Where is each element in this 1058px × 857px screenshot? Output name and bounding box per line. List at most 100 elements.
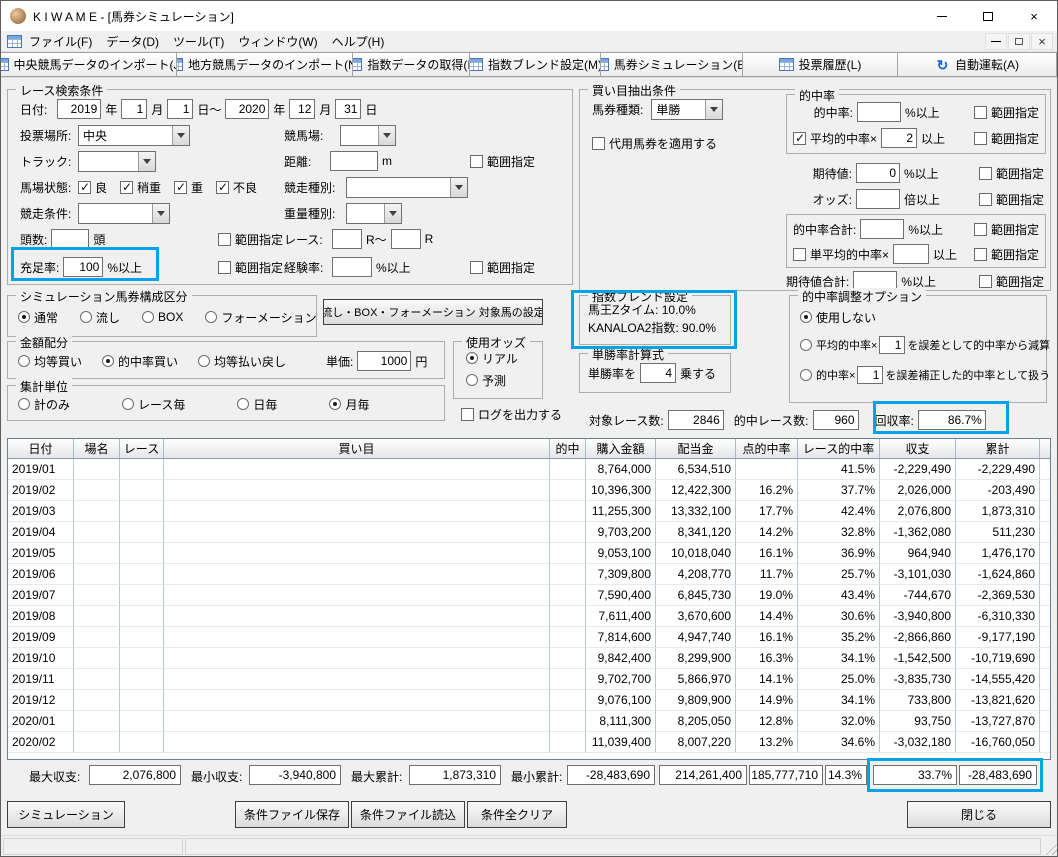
hit-rate-input[interactable] — [857, 102, 901, 122]
range-checkbox[interactable]: 範囲指定 — [978, 165, 1046, 182]
avg-hit-rate-input[interactable]: 2 — [881, 128, 918, 148]
mdi-minimize-button[interactable] — [985, 32, 1007, 50]
unit-price-input[interactable]: 1000 — [357, 351, 412, 371]
exp-rate-input[interactable] — [332, 257, 372, 277]
column-header[interactable]: 日付 — [8, 439, 74, 458]
table-row[interactable]: 2019/11 9,702,700 5,866,970 14.1% 25.0% … — [8, 669, 1050, 690]
range-checkbox[interactable]: 範囲指定 — [978, 191, 1046, 208]
table-row[interactable]: 2019/07 7,590,400 6,845,730 19.0% 43.4% … — [8, 585, 1050, 606]
to-year-input[interactable]: 2020 — [225, 99, 270, 119]
radio-option[interactable]: 計のみ — [18, 396, 70, 413]
range-checkbox[interactable]: 範囲指定 — [470, 259, 535, 276]
log-output-checkbox[interactable]: ログを出力する — [461, 406, 562, 423]
avg-sum-input[interactable] — [893, 244, 930, 264]
range-checkbox[interactable]: 範囲指定 — [973, 221, 1041, 238]
column-header[interactable]: 的中 — [550, 439, 586, 458]
hit-rate-sum-input[interactable] — [860, 219, 905, 239]
condition-checkbox[interactable]: 重 — [174, 179, 203, 196]
table-row[interactable]: 2019/10 9,842,400 8,299,900 16.3% 34.1% … — [8, 648, 1050, 669]
race-cond-select[interactable] — [78, 202, 170, 224]
odds-input[interactable] — [856, 189, 900, 209]
from-year-input[interactable]: 2019 — [57, 99, 102, 119]
column-header[interactable]: 累計 — [956, 439, 1040, 458]
table-row[interactable]: 2019/06 7,309,800 4,208,770 11.7% 25.7% … — [8, 564, 1050, 585]
close-button[interactable]: × — [1011, 1, 1057, 31]
track-select[interactable] — [78, 150, 156, 172]
place-select[interactable]: 中央 — [78, 124, 190, 146]
column-header[interactable]: 点的中率 — [736, 439, 798, 458]
from-day-input[interactable]: 1 — [167, 99, 194, 119]
mdi-restore-button[interactable] — [1008, 32, 1030, 50]
radio-option[interactable]: フォーメーション — [205, 309, 317, 326]
expected-value-input[interactable]: 0 — [856, 163, 900, 183]
adjust-option-subtract[interactable]: 平均的中率× — [800, 337, 877, 353]
menu-item[interactable]: ウィンドウ(W) — [231, 31, 324, 51]
column-header[interactable]: 収支 — [880, 439, 956, 458]
close-dialog-button[interactable]: 閉じる — [907, 801, 1051, 828]
range-checkbox[interactable]: 範囲指定 — [218, 259, 283, 276]
radio-option[interactable]: 均等払い戻し — [198, 353, 286, 370]
table-row[interactable]: 2020/02 11,039,400 8,007,220 13.2% 34.6%… — [8, 732, 1050, 753]
avg-sum-checkbox[interactable]: 単平均的中率× — [793, 246, 889, 263]
table-row[interactable]: 2019/05 9,053,100 10,018,040 16.1% 36.9%… — [8, 543, 1050, 564]
table-row[interactable]: 2019/09 7,814,600 4,947,740 16.1% 35.2% … — [8, 627, 1050, 648]
adjust-option-correct[interactable]: 的中率× — [800, 367, 855, 383]
toolbar-button[interactable]: 馬券シミュレーション(B) — [600, 52, 743, 77]
table-row[interactable]: 2019/04 9,703,200 8,341,120 14.2% 32.8% … — [8, 522, 1050, 543]
table-row[interactable]: 2019/03 11,255,300 13,332,100 17.7% 42.4… — [8, 501, 1050, 522]
table-row[interactable]: 2019/02 10,396,300 12,422,300 16.2% 37.7… — [8, 480, 1050, 501]
table-row[interactable]: 2019/01 8,764,000 6,534,510 41.5% -2,229… — [8, 459, 1050, 480]
range-checkbox[interactable]: 範囲指定 — [973, 104, 1041, 121]
condition-checkbox[interactable]: 良 — [78, 179, 107, 196]
radio-option[interactable]: リアル — [466, 350, 518, 367]
race-from-input[interactable] — [332, 229, 362, 249]
table-row[interactable]: 2020/01 8,111,300 8,205,050 12.8% 32.0% … — [8, 711, 1050, 732]
minimize-button[interactable] — [919, 1, 965, 31]
column-header[interactable]: レース的中率 — [798, 439, 880, 458]
toolbar-button[interactable]: 投票履歴(L) — [742, 52, 898, 77]
course-select[interactable] — [340, 124, 396, 146]
column-header[interactable]: レース — [120, 439, 164, 458]
column-header[interactable]: 購入金額 — [586, 439, 656, 458]
from-month-input[interactable]: 1 — [121, 99, 148, 119]
radio-option[interactable]: 月毎 — [329, 396, 369, 413]
menu-item[interactable]: ファイル(F) — [22, 31, 99, 51]
heads-input[interactable] — [51, 229, 90, 249]
toolbar-button[interactable]: 自動運転(A) — [897, 52, 1057, 77]
avg-hit-rate-checkbox[interactable]: 平均的中率× — [793, 130, 877, 147]
menu-item[interactable]: データ(D) — [99, 31, 166, 51]
radio-option[interactable]: BOX — [142, 310, 183, 324]
radio-option[interactable]: 通常 — [18, 309, 58, 326]
toolbar-button[interactable]: 中央競馬データのインポート(J) — [1, 52, 177, 77]
range-checkbox[interactable]: 範囲指定 — [470, 153, 535, 170]
column-header[interactable]: 買い目 — [164, 439, 550, 458]
radio-option[interactable]: 流し — [80, 309, 120, 326]
radio-option[interactable]: 日毎 — [237, 396, 277, 413]
menu-item[interactable]: ツール(T) — [166, 31, 231, 51]
weight-type-select[interactable] — [346, 202, 402, 224]
to-day-input[interactable]: 31 — [335, 99, 362, 119]
distance-input[interactable] — [330, 151, 378, 171]
power-input[interactable]: 4 — [640, 363, 677, 383]
toolbar-button[interactable]: 指数ブレンド設定(M) — [469, 52, 601, 77]
toolbar-button[interactable]: 指数データの取得(I) — [352, 52, 470, 77]
toolbar-button[interactable]: 地方競馬データのインポート(N) — [176, 52, 353, 77]
load-conditions-button[interactable]: 条件ファイル読込 — [351, 801, 465, 828]
to-month-input[interactable]: 12 — [289, 99, 316, 119]
range-checkbox[interactable]: 範囲指定 — [973, 130, 1041, 147]
race-to-input[interactable] — [390, 229, 421, 249]
adjust-subtract-input[interactable]: 1 — [879, 336, 906, 354]
range-checkbox[interactable]: 範囲指定 — [218, 231, 283, 248]
maximize-button[interactable] — [965, 1, 1011, 31]
table-row[interactable]: 2019/08 7,611,400 3,670,600 14.4% 30.6% … — [8, 606, 1050, 627]
ticket-type-select[interactable]: 単勝 — [651, 98, 724, 120]
adjust-option-none[interactable]: 使用しない — [800, 309, 876, 326]
simulate-button[interactable]: シミュレーション — [7, 801, 125, 828]
condition-checkbox[interactable]: 稍重 — [120, 179, 161, 196]
radio-option[interactable]: 均等買い — [18, 353, 82, 370]
range-checkbox[interactable]: 範囲指定 — [973, 246, 1041, 263]
clear-conditions-button[interactable]: 条件全クリア — [467, 801, 567, 828]
mdi-close-button[interactable] — [1031, 32, 1053, 50]
column-header[interactable]: 配当金 — [656, 439, 736, 458]
substitute-ticket-checkbox[interactable]: 代用馬券を適用する — [592, 135, 717, 152]
